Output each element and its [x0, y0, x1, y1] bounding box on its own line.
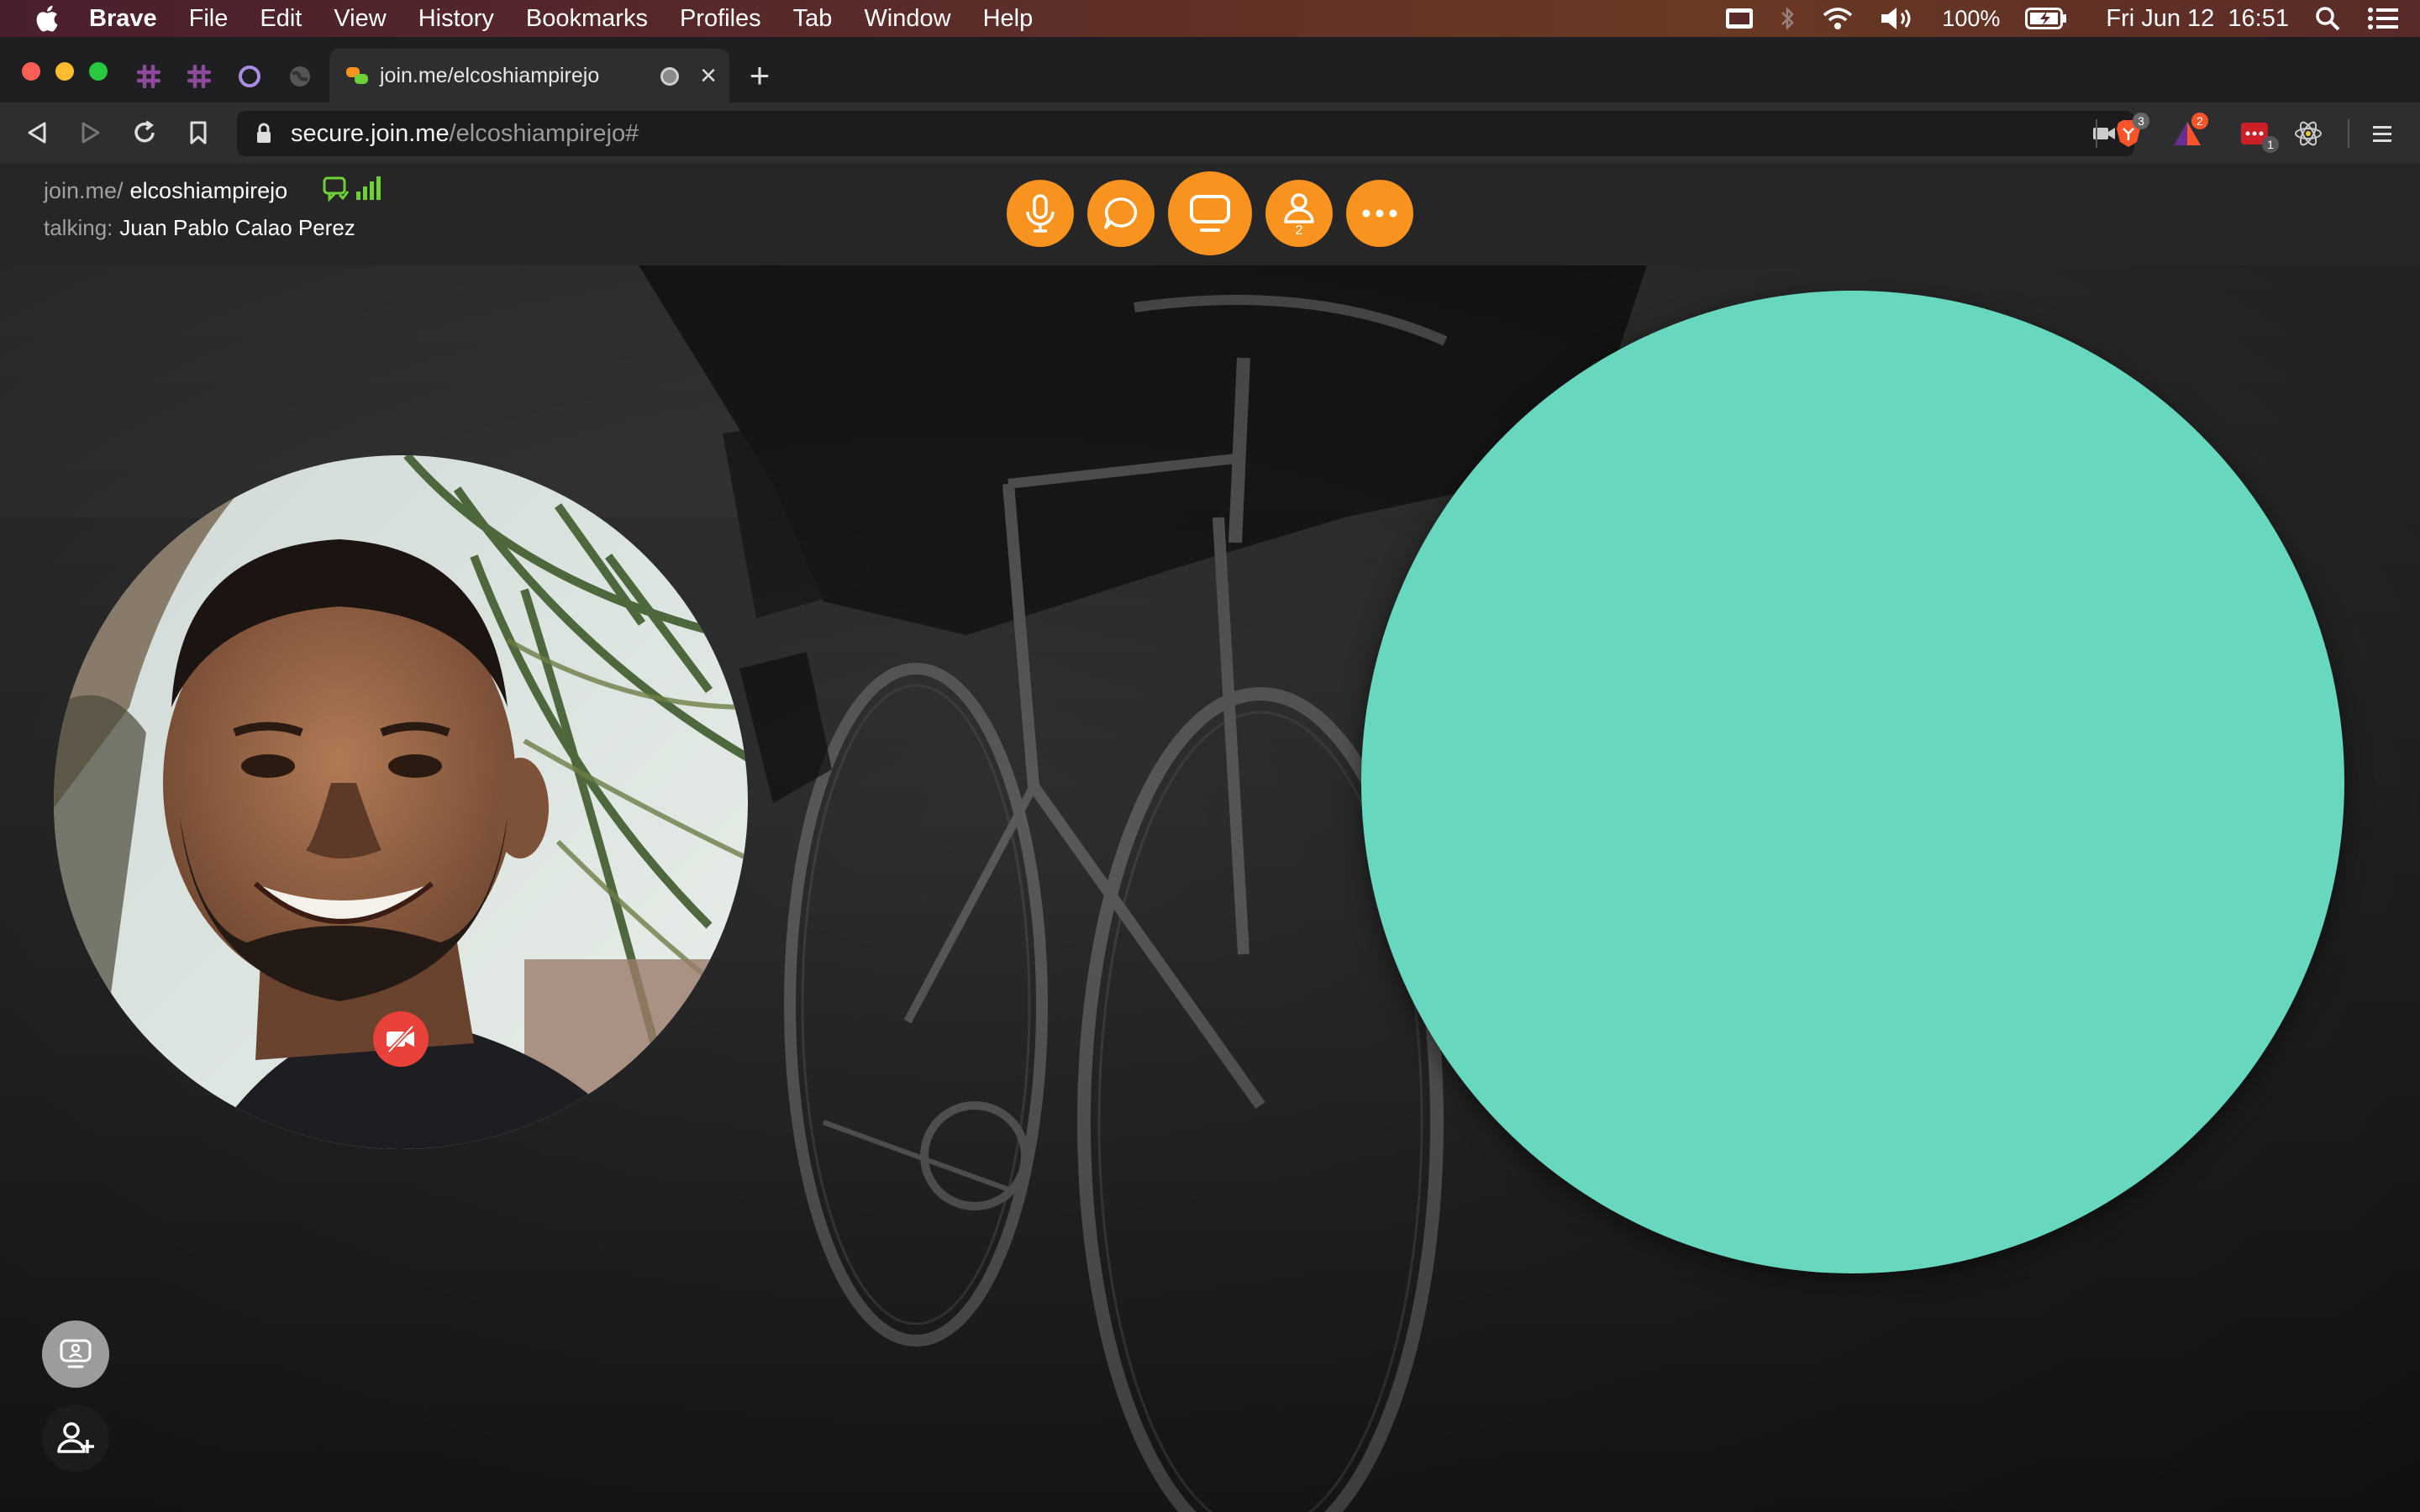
participant-avatar-placeholder[interactable]	[1361, 291, 2344, 1273]
battery-charging-icon[interactable]	[2025, 8, 2067, 29]
browser-toolbar: secure.join.me/elcoshiampirejo# 3 2 1	[0, 102, 2420, 163]
window-minimize-button[interactable]	[55, 62, 74, 81]
macos-menubar: Brave File Edit View History Bookmarks P…	[0, 0, 2420, 37]
url-path: /elcoshiampirejo#	[449, 119, 639, 147]
bookmark-icon	[190, 121, 207, 144]
pinned-tab-slack-2[interactable]	[187, 64, 212, 89]
forward-icon	[82, 122, 100, 144]
window-zoom-button[interactable]	[89, 62, 108, 81]
volume-icon[interactable]	[1880, 6, 1917, 31]
control-center-icon[interactable]	[2366, 6, 2400, 31]
more-dots-icon	[1362, 209, 1397, 218]
screen-share-icon	[1190, 195, 1230, 232]
brave-shields-button[interactable]: 3	[2112, 113, 2149, 150]
wifi-icon[interactable]	[1821, 6, 1854, 31]
participant-count: 2	[1296, 223, 1303, 235]
extension-lastpass-button[interactable]: 1	[2238, 118, 2279, 153]
react-icon	[2295, 121, 2322, 146]
chat-bubble-icon	[1104, 197, 1138, 229]
microphone-icon	[1026, 194, 1055, 233]
presenter-icon	[60, 1339, 92, 1368]
menu-brave[interactable]: Brave	[89, 5, 157, 33]
connection-status[interactable]	[323, 175, 383, 202]
chat-button[interactable]	[1087, 180, 1155, 247]
meeting-room-name: elcoshiampirejo	[129, 178, 288, 203]
pinned-tab-globe[interactable]	[287, 64, 313, 89]
tab-join-me[interactable]: join.me/elcoshiampirejo ×	[329, 49, 729, 102]
rewards-badge: 2	[2191, 113, 2208, 129]
slack-icon	[187, 65, 211, 88]
menu-edit[interactable]: Edit	[260, 5, 302, 33]
shields-badge: 3	[2133, 113, 2149, 129]
participants-button[interactable]: 2	[1265, 180, 1333, 247]
bluetooth-icon[interactable]	[1779, 6, 1796, 31]
screen-icon[interactable]	[1725, 8, 1754, 29]
menu-file[interactable]: File	[189, 5, 229, 33]
menubar-clock[interactable]: Fri Jun 12 16:51	[2106, 5, 2289, 33]
talking-label: talking:	[44, 215, 113, 240]
extension-badge: 1	[2262, 136, 2279, 153]
tab-recording-icon[interactable]	[660, 67, 679, 86]
pinned-tab-ring[interactable]	[237, 64, 262, 89]
camera-off-icon	[387, 1025, 414, 1053]
ring-icon	[239, 66, 260, 87]
meeting-url[interactable]: join.me/elcoshiampirejo	[44, 178, 287, 204]
lock-icon[interactable]	[255, 123, 272, 144]
toolbar-divider	[2348, 119, 2349, 148]
pinned-tab-slack-1[interactable]	[136, 64, 161, 89]
toolbar-divider	[2096, 119, 2097, 148]
spotlight-search-icon[interactable]	[2314, 5, 2341, 32]
browser-menu-button[interactable]	[2366, 118, 2398, 150]
react-devtools-button[interactable]	[2292, 118, 2324, 150]
screen-share-button[interactable]	[1168, 171, 1252, 255]
apple-icon[interactable]	[34, 4, 59, 33]
microphone-button[interactable]	[1007, 180, 1074, 247]
battery-percent: 100%	[1942, 5, 2001, 31]
camera-off-indicator[interactable]	[373, 1011, 429, 1067]
menu-history[interactable]: History	[418, 5, 494, 33]
menu-window[interactable]: Window	[864, 5, 950, 33]
meeting-header: join.me/elcoshiampirejo talking: Juan Pab…	[0, 163, 2420, 265]
new-tab-button[interactable]: +	[744, 58, 775, 93]
address-bar[interactable]: secure.join.me/elcoshiampirejo#	[237, 111, 2134, 156]
add-user-icon	[57, 1422, 94, 1453]
menu-view[interactable]: View	[334, 5, 386, 33]
presenter-view-button[interactable]	[42, 1320, 109, 1388]
join-me-favicon	[346, 67, 368, 84]
tab-close-button[interactable]: ×	[696, 60, 721, 91]
invite-participant-button[interactable]	[42, 1404, 109, 1472]
back-icon	[28, 122, 46, 144]
hamburger-menu-icon	[2373, 126, 2391, 142]
brave-rewards-button[interactable]: 2	[2171, 113, 2208, 150]
back-button[interactable]	[20, 116, 54, 150]
menu-tab[interactable]: Tab	[793, 5, 833, 33]
signal-strength-icon	[356, 176, 381, 200]
reload-icon	[134, 120, 155, 143]
participants-icon: 2	[1284, 193, 1314, 235]
reload-button[interactable]	[128, 116, 161, 150]
menubar-status-area: 100% Fri Jun 12 16:51	[1725, 0, 2400, 37]
forward-button[interactable]	[74, 116, 108, 150]
more-options-button[interactable]	[1346, 180, 1413, 247]
bookmark-button[interactable]	[182, 116, 215, 150]
audio-connected-icon	[323, 176, 350, 202]
globe-icon	[290, 66, 310, 87]
talking-indicator: talking: Juan Pablo Calao Perez	[44, 215, 355, 241]
menu-profiles[interactable]: Profiles	[680, 5, 761, 33]
url-host: secure.join.me	[291, 119, 450, 147]
menu-bookmarks[interactable]: Bookmarks	[526, 5, 648, 33]
talking-name: Juan Pablo Calao Perez	[119, 215, 355, 240]
slack-icon	[137, 65, 160, 88]
window-close-button[interactable]	[22, 62, 40, 81]
tab-title: join.me/elcoshiampirejo	[380, 63, 600, 87]
meeting-url-prefix: join.me/	[44, 178, 124, 203]
meeting-stage	[0, 265, 2420, 1512]
menu-help[interactable]: Help	[983, 5, 1034, 33]
